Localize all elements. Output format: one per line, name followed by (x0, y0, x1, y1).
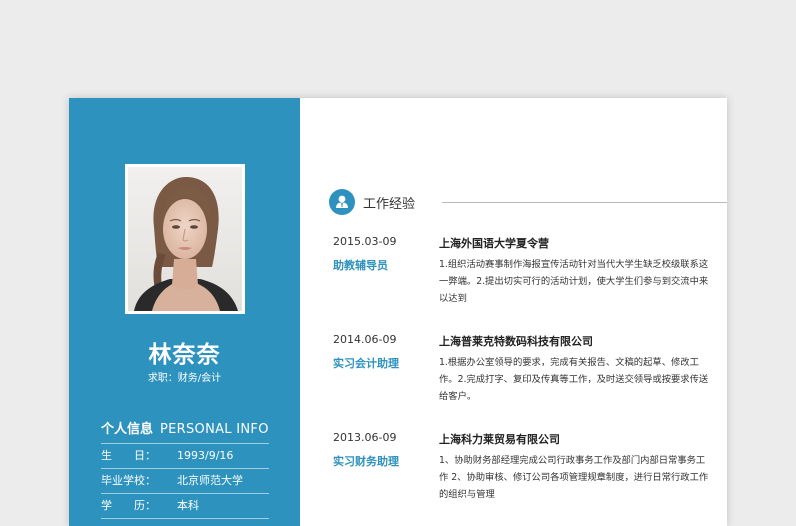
info-label: 毕业学校： (101, 474, 156, 487)
sidebar: 林奈奈 求职：财务/会计 个人信息 PERSONAL INFO 生 日： 1993… (69, 98, 300, 526)
job-description: 1.根据办公室领导的要求，完成有关报告、文稿的起草、修改工作。2.完成打字、复印… (439, 357, 709, 402)
job-role: 助教辅导员 (333, 259, 388, 272)
job-description: 1、协助财务部经理完成公司行政事务工作及部门内部日常事务工作 2、协助审核、修订… (439, 455, 709, 500)
main-content: 工作经验 2015.03-09 助教辅导员 上海外国语大学夏令营 1.组织活动赛… (300, 98, 727, 526)
personal-info-list: 生 日： 1993/9/16 毕业学校： 北京师范大学 学 历： 本科 (101, 443, 269, 526)
section-title-work: 工作经验 (363, 197, 416, 212)
job-objective: 求职：财务/会计 (147, 373, 222, 384)
personal-info-title-en: PERSONAL INFO (160, 422, 269, 437)
info-row-partial (101, 518, 269, 526)
job-company: 上海科力莱贸易有限公司 (439, 433, 560, 446)
info-value: 本科 (177, 499, 199, 512)
job-role: 实习财务助理 (333, 455, 399, 468)
info-value: 北京师范大学 (177, 474, 243, 487)
section-divider (442, 202, 727, 203)
personal-info-title-cn: 个人信息 (101, 422, 154, 437)
job-company: 上海外国语大学夏令营 (439, 237, 549, 250)
info-label: 学 历： (101, 499, 156, 512)
info-value: 1993/9/16 (177, 449, 234, 462)
job-date: 2013.06-09 (333, 431, 397, 444)
job-entry: 2013.06-09 实习财务助理 上海科力莱贸易有限公司 1、协助财务部经理完… (333, 431, 713, 501)
personal-info-heading: 个人信息 PERSONAL INFO (101, 418, 269, 437)
job-date: 2015.03-09 (333, 235, 397, 248)
resume-page: 林奈奈 求职：财务/会计 个人信息 PERSONAL INFO 生 日： 1993… (69, 98, 727, 526)
job-entry: 2015.03-09 助教辅导员 上海外国语大学夏令营 1.组织活动赛事制作海报… (333, 235, 713, 305)
job-date: 2014.06-09 (333, 333, 397, 346)
profile-photo-frame (125, 164, 245, 314)
info-row-birthday: 生 日： 1993/9/16 (101, 443, 269, 468)
job-role: 实习会计助理 (333, 357, 399, 370)
info-label: 生 日： (101, 449, 156, 462)
job-description: 1.组织活动赛事制作海报宣传活动针对当代大学生缺乏校级联系这一弊端。2.提出切实… (439, 259, 709, 304)
job-entry: 2014.06-09 实习会计助理 上海普莱克特数码科技有限公司 1.根据办公室… (333, 333, 713, 403)
info-row-school: 毕业学校： 北京师范大学 (101, 468, 269, 493)
info-row-degree: 学 历： 本科 (101, 493, 269, 518)
candidate-name: 林奈奈 (148, 342, 221, 368)
profile-photo (128, 167, 242, 311)
job-company: 上海普莱克特数码科技有限公司 (439, 335, 593, 348)
user-icon (329, 189, 355, 215)
